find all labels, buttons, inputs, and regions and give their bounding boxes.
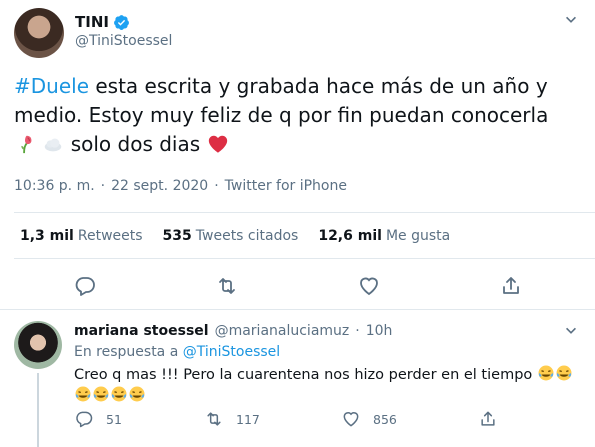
- red-heart-icon: [208, 135, 227, 153]
- retweet-icon[interactable]: [215, 274, 239, 298]
- tweet-stats: 1,3 mil Retweets 535 Tweets citados 12,6 m…: [20, 228, 450, 244]
- reply-header: mariana stoessel @marianaluciamuz · 10h: [74, 323, 392, 339]
- avatar[interactable]: [14, 8, 64, 58]
- tweet-text: #Duele esta escrita y grabada hace más d…: [14, 72, 584, 159]
- tears-of-joy-icon: [538, 365, 554, 381]
- stat-retweets[interactable]: 1,3 mil Retweets: [20, 228, 143, 244]
- meta-separator: ·: [214, 178, 219, 194]
- reply-text-body: Creo q mas !!! Pero la cuarentena nos hi…: [74, 367, 533, 383]
- wilted-flower-icon: [21, 135, 32, 154]
- author-name-row[interactable]: TINI: [75, 13, 130, 31]
- mention-link[interactable]: @TiniStoessel: [183, 344, 280, 360]
- retweet-count: 117: [236, 411, 260, 427]
- tweet-text-line2: solo dos dias: [64, 132, 207, 156]
- reply-tweet[interactable]: mariana stoessel @marianaluciamuz · 10h …: [0, 309, 595, 447]
- reply-reply-button[interactable]: 51: [74, 409, 122, 429]
- reply-retweet-button[interactable]: 117: [204, 409, 260, 429]
- reply-count: 51: [106, 411, 122, 427]
- tweet-time[interactable]: 10:36 p. m.: [14, 178, 95, 194]
- tears-of-joy-icon: [111, 386, 127, 402]
- like-count: 856: [373, 411, 397, 427]
- reply-icon[interactable]: [73, 274, 97, 298]
- stat-number: 12,6 mil: [318, 228, 382, 244]
- main-tweet: TINI @TiniStoessel #Duele esta escrita y…: [0, 0, 595, 309]
- retweet-icon: [207, 412, 221, 426]
- stat-label: Retweets: [77, 228, 143, 244]
- tears-of-joy-icon: [75, 386, 91, 402]
- reply-share-button[interactable]: [478, 409, 498, 429]
- share-icon: [481, 411, 495, 426]
- share-icon[interactable]: [499, 274, 523, 298]
- tweet-actions: [0, 272, 595, 300]
- verified-badge-icon: [114, 14, 129, 30]
- tweet-source[interactable]: Twitter for iPhone: [225, 178, 347, 194]
- divider: [14, 212, 595, 213]
- stat-number: 535: [162, 228, 192, 244]
- stat-number: 1,3 mil: [20, 228, 74, 244]
- meta-separator: ·: [355, 323, 360, 339]
- cloud-icon: [45, 138, 62, 152]
- divider: [14, 258, 595, 259]
- tweet-date[interactable]: 22 sept. 2020: [111, 178, 208, 194]
- reply-icon: [76, 411, 93, 428]
- reply-actions: 51 117 856: [74, 409, 574, 433]
- reply-author-name[interactable]: mariana stoessel: [74, 323, 209, 339]
- reply-like-button[interactable]: 856: [341, 409, 397, 429]
- author-name[interactable]: TINI: [75, 13, 109, 31]
- author-handle[interactable]: @TiniStoessel: [75, 33, 172, 49]
- tweet-text-line1: esta escrita y grabada hace más de un añ…: [14, 74, 549, 127]
- tears-of-joy-icon: [556, 365, 572, 381]
- stat-quote-tweets[interactable]: 535 Tweets citados: [163, 228, 299, 244]
- replying-prefix: En respuesta a: [74, 344, 183, 360]
- stat-likes[interactable]: 12,6 mil Me gusta: [318, 228, 450, 244]
- heart-icon[interactable]: [357, 274, 381, 298]
- avatar[interactable]: [14, 321, 62, 369]
- reply-author-handle[interactable]: @marianaluciamuz: [215, 323, 350, 339]
- meta-separator: ·: [100, 178, 106, 194]
- stat-label: Me gusta: [385, 228, 451, 244]
- tears-of-joy-icon: [93, 386, 109, 402]
- replying-to: En respuesta a @TiniStoessel: [74, 344, 280, 360]
- chevron-down-icon[interactable]: [561, 321, 581, 341]
- heart-icon: [343, 412, 359, 427]
- stat-label: Tweets citados: [195, 228, 299, 244]
- chevron-down-icon[interactable]: [561, 10, 581, 30]
- tweet-meta: 10:36 p. m. · 22 sept. 2020 · Twitter fo…: [14, 178, 347, 194]
- hashtag-link[interactable]: #Duele: [14, 74, 89, 98]
- thread-line: [37, 373, 39, 447]
- reply-text: Creo q mas !!! Pero la cuarentena nos hi…: [74, 364, 584, 406]
- tears-of-joy-icon: [129, 386, 145, 402]
- reply-time[interactable]: 10h: [366, 323, 393, 339]
